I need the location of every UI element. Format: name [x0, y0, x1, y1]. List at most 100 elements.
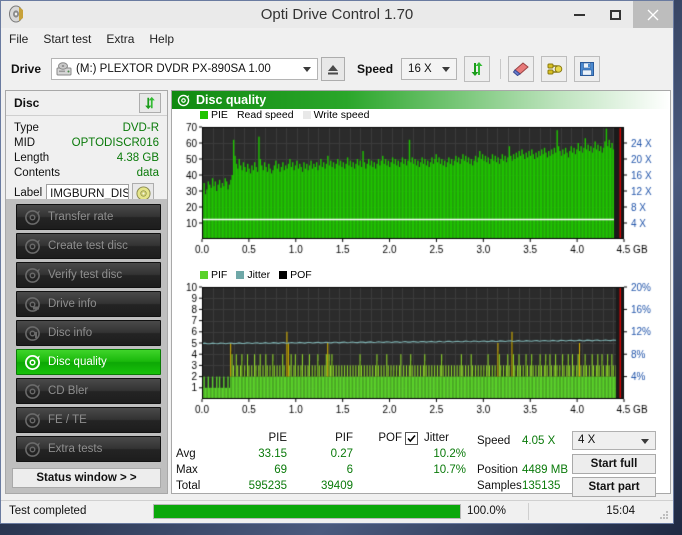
- status-text: Test completed: [9, 505, 87, 517]
- disc-info-row-mid: MID OPTODISCR016: [14, 135, 159, 150]
- disc-length-value: 4.38 GB: [116, 151, 159, 164]
- sidebar-item-create-test-disc[interactable]: Create test disc: [16, 233, 161, 259]
- refresh-icon: [471, 62, 483, 76]
- drive-icon: [56, 62, 72, 76]
- start-full-button[interactable]: Start full: [572, 454, 656, 474]
- legend-write-speed: Write speed: [302, 109, 369, 121]
- plug-button[interactable]: [541, 56, 568, 82]
- chevron-down-icon: [641, 438, 649, 444]
- pif-chart[interactable]: [172, 281, 670, 429]
- menu-help[interactable]: Help: [149, 32, 174, 46]
- menu-start-test[interactable]: Start test: [43, 32, 91, 46]
- toolbar-separator: [500, 59, 502, 79]
- sidebar-item-label: CD Bler: [48, 385, 89, 397]
- sidebar-item-disc-quality[interactable]: Disc quality: [16, 349, 161, 375]
- legend-read-speed: Read speed: [237, 109, 294, 121]
- check-icon: [407, 434, 416, 443]
- status-bar: Test completed 100.0% 15:04: [1, 500, 673, 523]
- test-speed-select[interactable]: 4 X: [572, 431, 656, 450]
- jitter-checkbox[interactable]: [405, 432, 418, 445]
- start-part-button[interactable]: Start part: [572, 477, 656, 497]
- minimize-button[interactable]: [561, 1, 597, 28]
- refresh-button[interactable]: [464, 56, 491, 82]
- sidebar-item-label: Extra tests: [48, 443, 103, 455]
- legend-swatch: [200, 111, 208, 119]
- refresh-icon: [145, 96, 155, 110]
- disc-contents-value: data: [136, 166, 159, 179]
- main-body: Disc Type DVD-R MID OPTODISCR016 Length …: [1, 88, 675, 498]
- legend-label: Read speed: [236, 109, 294, 121]
- pie-total: 595235: [248, 480, 287, 492]
- page-title: Disc quality: [196, 93, 267, 107]
- col-header-pof: POF: [378, 432, 402, 444]
- sidebar-item-drive-info[interactable]: Drive info: [16, 291, 161, 317]
- legend-jitter: Jitter: [236, 269, 270, 281]
- sidebar-item-cd-bler[interactable]: CD Bler: [16, 378, 161, 404]
- legend-label: Jitter: [247, 269, 271, 281]
- disc-icon: [177, 94, 190, 107]
- resize-grip[interactable]: [659, 510, 669, 520]
- speed-label: Speed: [357, 62, 394, 76]
- pie-chart[interactable]: [172, 121, 670, 269]
- sidebar-item-transfer-rate[interactable]: Transfer rate: [16, 204, 161, 230]
- save-button[interactable]: [574, 56, 601, 82]
- save-icon: [580, 62, 595, 76]
- speed-select[interactable]: 16 X: [401, 58, 458, 80]
- position-key: Position: [477, 464, 518, 476]
- chevron-down-icon: [442, 67, 451, 72]
- eject-button[interactable]: [321, 57, 346, 81]
- close-button[interactable]: [633, 1, 673, 28]
- disc-icon: [24, 296, 41, 313]
- disc-refresh-button[interactable]: [139, 93, 161, 113]
- drive-select-value: (M:) PLEXTOR DVDR PX-890SA 1.00: [76, 63, 271, 75]
- jitter-avg: 10.2%: [433, 448, 466, 460]
- disc-label-label: Label: [14, 187, 43, 199]
- sidebar-item-fe-te[interactable]: FE / TE: [16, 407, 161, 433]
- sidebar-item-label: Disc info: [48, 327, 93, 339]
- row-label-avg: Avg: [176, 448, 196, 460]
- pif-chart-legend: PIF Jitter POF: [172, 269, 670, 281]
- status-separator: [528, 503, 529, 520]
- left-panel: Disc Type DVD-R MID OPTODISCR016 Length …: [5, 90, 168, 494]
- speed-select-value: 16 X: [408, 63, 432, 75]
- legend-label: PIE: [211, 109, 228, 121]
- sidebar-item-disc-info[interactable]: Disc info: [16, 320, 161, 346]
- col-header-pif: PIF: [335, 432, 353, 444]
- speed-key: Speed: [477, 435, 511, 447]
- sidebar-item-label: Drive info: [48, 298, 97, 310]
- sidebar-item-label: Create test disc: [48, 240, 128, 252]
- sidebar-item-extra-tests[interactable]: Extra tests: [16, 436, 161, 462]
- maximize-button[interactable]: [597, 1, 633, 28]
- sidebar-item-verify-test-disc[interactable]: Verify test disc: [16, 262, 161, 288]
- test-speed-value: 4 X: [578, 434, 596, 446]
- disc-info-row-contents: Contents data: [14, 165, 159, 180]
- status-window-button[interactable]: Status window > >: [12, 468, 161, 488]
- sidebar-item-label: Disc quality: [48, 356, 107, 368]
- sidebar-item-label: Verify test disc: [48, 269, 123, 281]
- jitter-max: 10.7%: [433, 464, 466, 476]
- disc-icon: [24, 325, 41, 342]
- disc-mid-label: MID: [14, 136, 36, 149]
- disc-type-label: Type: [14, 121, 39, 134]
- right-panel: Disc quality PIE Read speed Write speed …: [171, 90, 671, 497]
- menu-bar: File Start test Extra Help: [1, 28, 673, 50]
- menu-file[interactable]: File: [9, 32, 28, 46]
- panel-header: Disc quality: [172, 91, 670, 109]
- menu-extra[interactable]: Extra: [106, 32, 134, 46]
- samples-key: Samples: [477, 480, 522, 492]
- sidebar-item-label: FE / TE: [48, 414, 87, 426]
- erase-button[interactable]: [508, 56, 535, 82]
- disc-panel-title: Disc: [14, 96, 40, 110]
- disc-info-row-type: Type DVD-R: [14, 120, 159, 135]
- disc-icon: [24, 209, 41, 226]
- legend-pof: POF: [279, 269, 312, 281]
- disc-icon: [24, 412, 41, 429]
- pie-chart-legend: PIE Read speed Write speed: [172, 109, 670, 121]
- pif-max: 6: [346, 464, 353, 476]
- drive-select[interactable]: (M:) PLEXTOR DVDR PX-890SA 1.00: [51, 58, 319, 80]
- legend-swatch: [302, 111, 311, 119]
- app-window: Opti Drive Control 1.70 File Start test …: [0, 0, 674, 524]
- legend-label: POF: [290, 269, 312, 281]
- pie-avg: 33.15: [258, 448, 287, 460]
- drive-label: Drive: [11, 62, 42, 76]
